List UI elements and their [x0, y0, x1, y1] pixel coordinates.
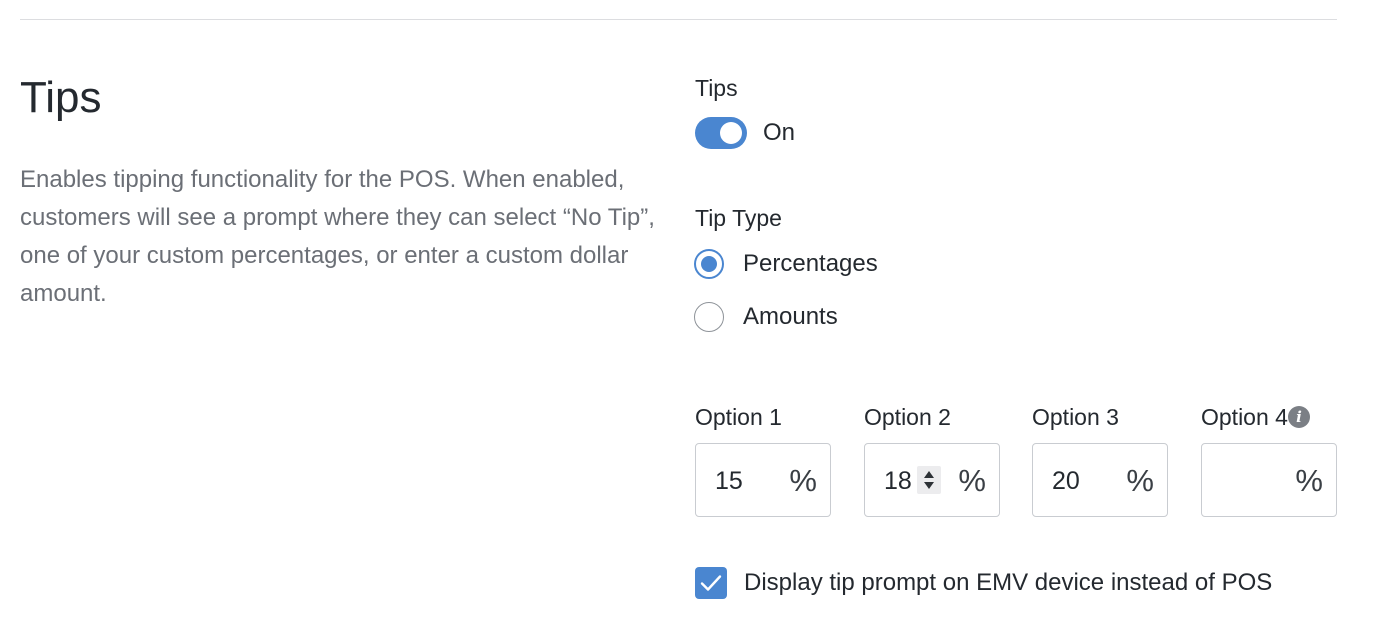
option-3-label: Option 3 — [1032, 404, 1119, 430]
checkmark-icon — [700, 575, 722, 591]
section-description: Enables tipping functionality for the PO… — [20, 166, 655, 307]
stepper-down-icon[interactable] — [924, 482, 934, 489]
option-4-field[interactable]: % — [1201, 443, 1337, 517]
toggle-knob — [720, 122, 742, 144]
radio-label-percentages: Percentages — [743, 250, 878, 277]
option-1-field[interactable]: % — [695, 443, 831, 517]
tip-type-label: Tip Type — [695, 205, 782, 231]
option-4-input[interactable] — [1221, 466, 1281, 496]
emv-prompt-option[interactable]: Display tip prompt on EMV device instead… — [695, 567, 1272, 599]
number-stepper[interactable] — [917, 466, 941, 494]
emv-prompt-label: Display tip prompt on EMV device instead… — [744, 569, 1273, 596]
section-title: Tips — [20, 73, 102, 122]
tips-toggle-label: Tips — [695, 75, 738, 101]
option-2-input[interactable] — [884, 466, 916, 496]
percent-suffix: % — [1295, 463, 1323, 498]
option-4-label: Option 4 — [1201, 404, 1288, 430]
percent-suffix: % — [958, 463, 986, 498]
option-1-label: Option 1 — [695, 404, 782, 430]
option-4-label-wrap: Option 4i — [1201, 403, 1310, 431]
option-3-field[interactable]: % — [1032, 443, 1168, 517]
section-divider — [20, 19, 1337, 20]
radio-button-unchecked[interactable] — [694, 302, 724, 332]
radio-button-checked[interactable] — [694, 249, 724, 279]
option-2-label: Option 2 — [864, 404, 951, 430]
option-2-field[interactable]: % — [864, 443, 1000, 517]
percent-suffix: % — [1126, 463, 1154, 498]
stepper-up-icon[interactable] — [924, 471, 934, 478]
info-icon[interactable]: i — [1287, 406, 1310, 428]
option-1-input[interactable] — [715, 466, 775, 496]
percent-suffix: % — [789, 463, 817, 498]
tips-toggle[interactable] — [695, 117, 747, 149]
option-3-input[interactable] — [1052, 466, 1112, 496]
tips-toggle-state: On — [763, 119, 796, 146]
radio-percentages[interactable]: Percentages — [694, 247, 878, 281]
radio-amounts[interactable]: Amounts — [694, 300, 838, 334]
emv-prompt-checkbox[interactable] — [695, 567, 727, 599]
radio-label-amounts: Amounts — [743, 303, 838, 330]
